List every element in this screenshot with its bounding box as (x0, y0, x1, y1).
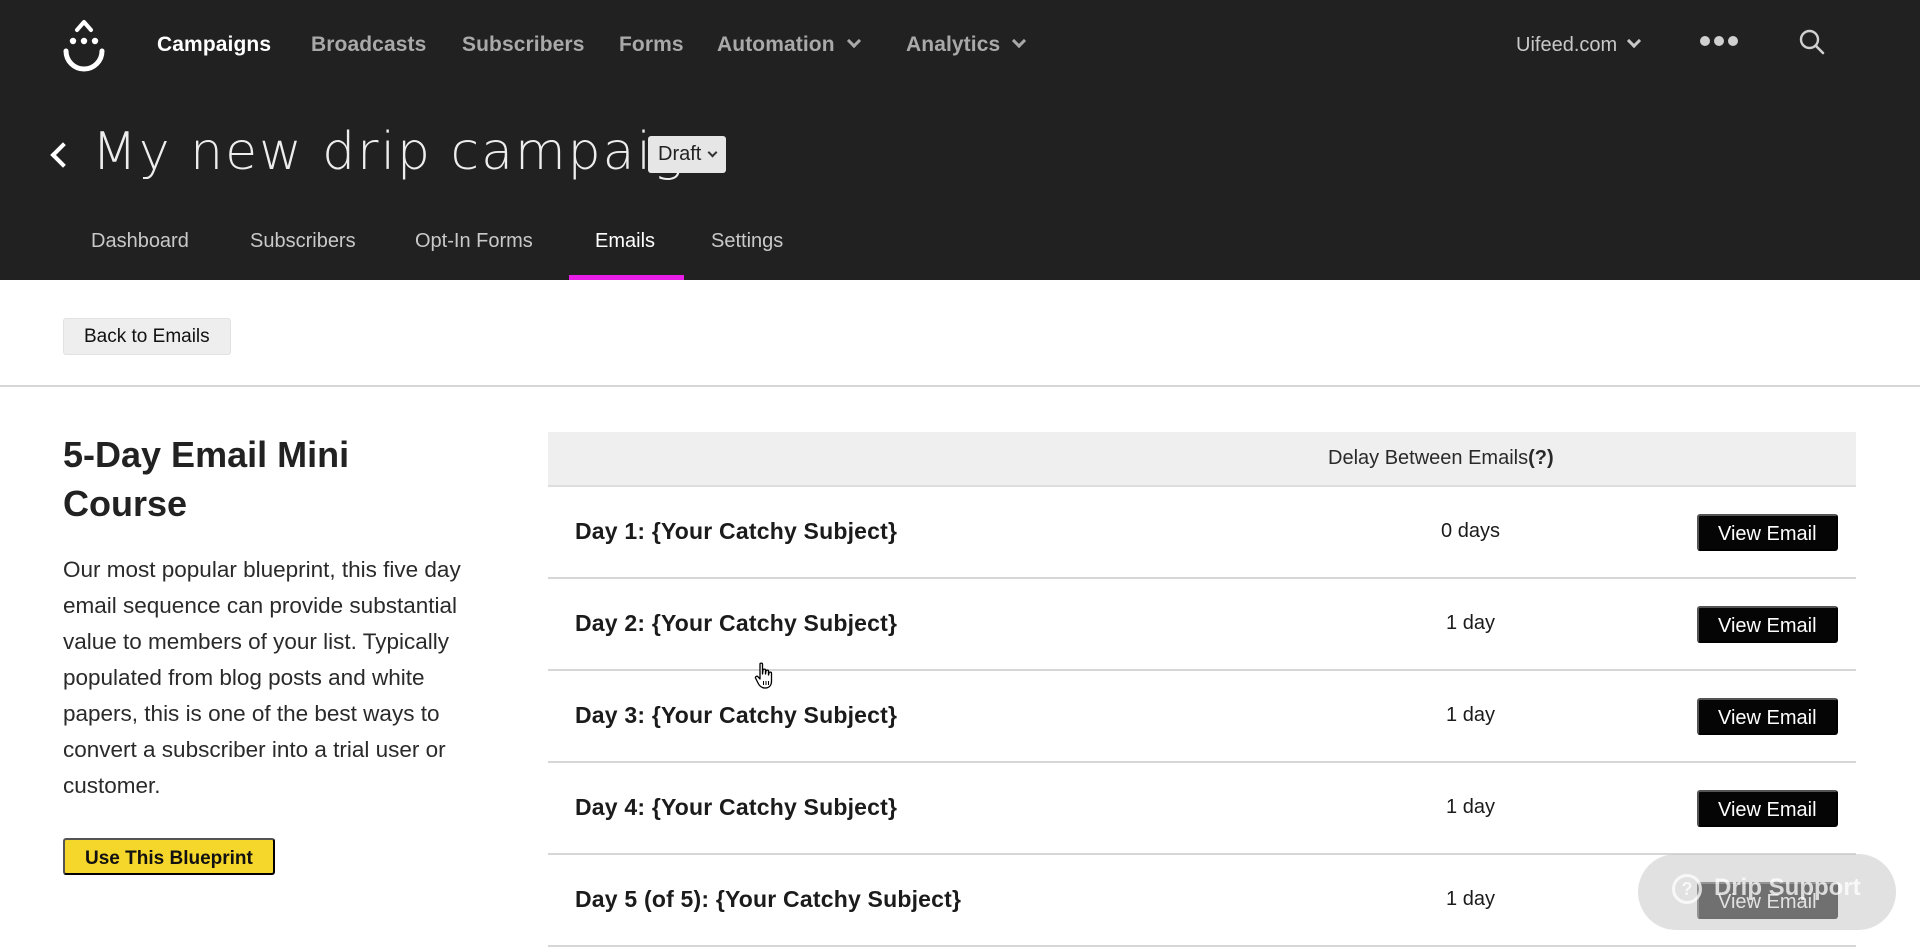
table-row: Day 4: {Your Catchy Subject} 1 day View … (548, 763, 1856, 855)
chevron-down-icon (707, 147, 718, 158)
view-email-button[interactable]: View Email (1697, 514, 1838, 551)
chevron-down-icon (1627, 33, 1642, 49)
email-delay: 1 day (1446, 704, 1495, 726)
table-row: Day 1: {Your Catchy Subject} 0 days View… (548, 487, 1856, 579)
more-options-icon[interactable] (1700, 36, 1740, 50)
tab-dashboard[interactable]: Dashboard (91, 230, 189, 253)
view-email-button[interactable]: View Email (1697, 698, 1838, 735)
top-navigation: Campaigns Broadcasts Subscribers Forms A… (0, 0, 1920, 88)
nav-label: Broadcasts (311, 33, 427, 56)
hand-pointer-cursor-icon (754, 662, 773, 689)
nav-automation[interactable]: Automation (717, 30, 861, 60)
drip-logo-icon[interactable] (62, 16, 106, 74)
tab-subscribers[interactable]: Subscribers (250, 230, 356, 253)
help-tooltip-icon[interactable]: (?) (1528, 447, 1554, 469)
section-divider (0, 385, 1920, 387)
nav-label: Analytics (906, 33, 1001, 56)
blueprint-title: 5-Day Email Mini Course (63, 434, 350, 524)
use-blueprint-button[interactable]: Use This Blueprint (63, 838, 275, 875)
search-icon[interactable] (1798, 28, 1826, 56)
table-row: Day 2: {Your Catchy Subject} 1 day View … (548, 579, 1856, 671)
nav-label: Campaigns (157, 33, 272, 56)
tab-settings[interactable]: Settings (711, 230, 783, 253)
nav-campaigns[interactable]: Campaigns (157, 30, 271, 60)
email-delay: 1 day (1446, 612, 1495, 634)
view-email-button[interactable]: View Email (1697, 790, 1838, 827)
nav-label: Subscribers (462, 33, 585, 56)
view-email-button[interactable]: View Email (1697, 606, 1838, 643)
status-dropdown[interactable]: Draft (648, 136, 727, 173)
app-header: Campaigns Broadcasts Subscribers Forms A… (0, 0, 1920, 280)
table-header: Delay Between Emails(?) (548, 432, 1856, 487)
nav-forms[interactable]: Forms (619, 30, 684, 60)
email-subject: Day 4: {Your Catchy Subject} (575, 794, 898, 820)
nav-label: Automation (717, 33, 835, 56)
email-delay: 1 day (1446, 796, 1495, 818)
support-chat-button[interactable]: ? Drip Support (1638, 854, 1896, 930)
tab-emails[interactable]: Emails (595, 230, 655, 253)
nav-broadcasts[interactable]: Broadcasts (311, 30, 426, 60)
nav-analytics[interactable]: Analytics (906, 30, 1027, 60)
blueprint-description: Our most popular blueprint, this five da… (63, 557, 461, 798)
page-title: My new drip campaign (92, 122, 722, 182)
active-tab-indicator (569, 275, 684, 280)
email-delay: 0 days (1441, 520, 1500, 542)
chevron-down-icon (846, 33, 861, 49)
delay-column-header: Delay Between Emails(?) (1328, 447, 1554, 470)
back-to-emails-button[interactable]: Back to Emails (63, 318, 231, 355)
support-label: Drip Support (1714, 874, 1861, 901)
email-subject: Day 5 (of 5): {Your Catchy Subject} (575, 886, 962, 912)
nav-label: Forms (619, 33, 684, 56)
account-switcher[interactable]: Uifeed.com (1516, 30, 1642, 60)
delay-header-label: Delay Between Emails (1328, 447, 1529, 469)
nav-subscribers[interactable]: Subscribers (462, 30, 585, 60)
email-subject: Day 1: {Your Catchy Subject} (575, 518, 898, 544)
back-chevron-icon[interactable] (48, 140, 70, 170)
table-row: Day 3: {Your Catchy Subject} 1 day View … (548, 671, 1856, 763)
email-subject: Day 2: {Your Catchy Subject} (575, 610, 898, 636)
email-subject: Day 3: {Your Catchy Subject} (575, 702, 898, 728)
status-label: Draft (658, 143, 702, 165)
account-name: Uifeed.com (1516, 34, 1618, 56)
tab-opt-in-forms[interactable]: Opt-In Forms (415, 230, 533, 253)
help-circle-icon: ? (1672, 874, 1702, 904)
chevron-down-icon (1012, 33, 1027, 49)
